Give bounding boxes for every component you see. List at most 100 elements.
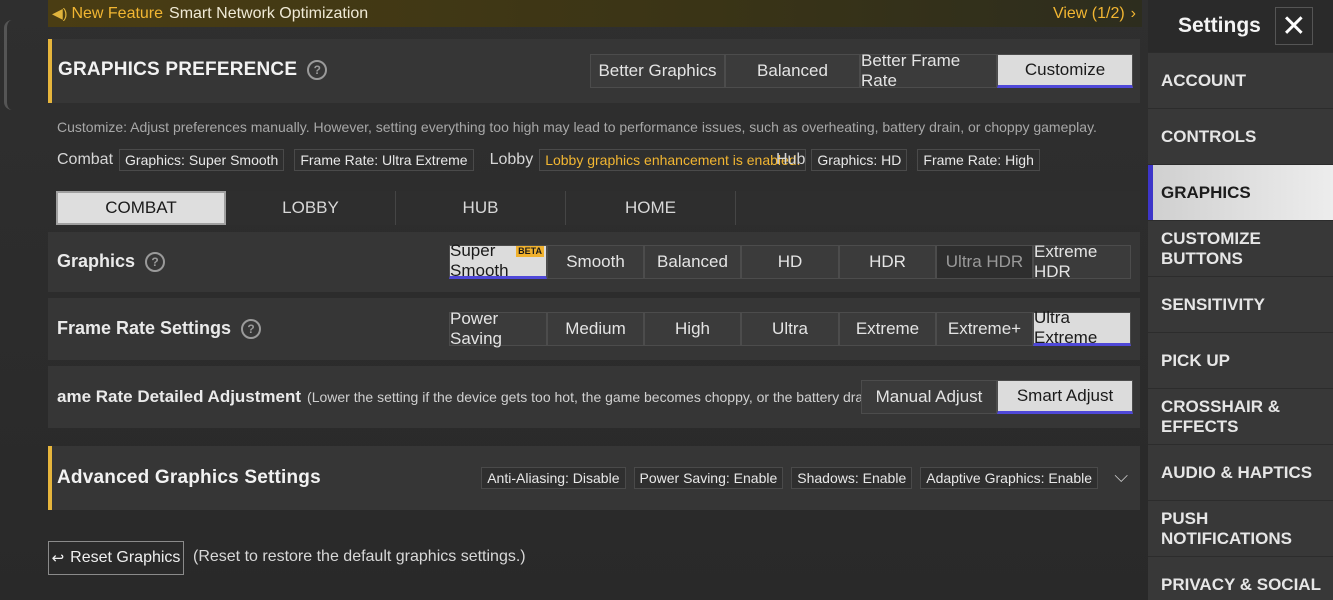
frame-rate-options: Power Saving Medium High Ultra Extreme Extrem… (449, 308, 1131, 348)
sidebar-item-graphics[interactable]: GRAPHICS (1148, 165, 1333, 220)
sidebar-item-label: CROSSHAIR & EFFECTS (1161, 396, 1281, 436)
combat-graphics-tag: Graphics: Super Smooth (119, 149, 285, 171)
hub-summary-label: Hub (776, 151, 806, 168)
view-link-label: View (1/2) (1052, 4, 1125, 22)
sidebar-item-label: GRAPHICS (1161, 182, 1251, 202)
sidebar-item-push-notifications[interactable]: PUSH NOTIFICATIONS (1148, 501, 1333, 556)
reset-graphics-button[interactable]: ↩ Reset Graphics (48, 541, 184, 575)
accent-bar (48, 39, 52, 103)
preference-option-label: Balanced (757, 61, 828, 80)
new-feature-label: New Feature (71, 4, 164, 22)
sidebar-item-label: SENSITIVITY (1161, 294, 1265, 314)
graphics-preference-panel: GRAPHICS PREFERENCE ? Better Graphics Bal… (48, 39, 1140, 103)
tab-combat[interactable]: COMBAT (56, 191, 226, 225)
graphics-option-hdr[interactable]: HDR (839, 245, 936, 279)
sidebar-item-crosshair-effects[interactable]: CROSSHAIR & EFFECTS (1148, 389, 1333, 444)
close-icon[interactable]: ✕ (1274, 7, 1313, 45)
help-icon[interactable]: ? (145, 251, 166, 272)
preference-option-balanced[interactable]: Balanced (725, 54, 860, 88)
graphics-option-super-smooth[interactable]: Super Smooth BETA (449, 241, 547, 280)
sidebar-item-label: PUSH NOTIFICATIONS (1161, 508, 1292, 548)
announcement-banner[interactable]: ◀︎) New Feature Smart Network Optimizati… (48, 0, 1142, 27)
graphics-option-label: Smooth (566, 252, 625, 271)
graphics-option-label: Ultra HDR (945, 252, 1024, 271)
graphics-option-label: Extreme HDR (1034, 242, 1098, 281)
undo-icon: ↩ (51, 550, 65, 567)
sidebar-item-controls[interactable]: CONTROLS (1148, 109, 1333, 164)
preference-option-label: Better Frame Rate (861, 51, 961, 90)
preference-option-better-graphics[interactable]: Better Graphics (590, 54, 725, 88)
frame-rate-option-extreme[interactable]: Extreme+ (936, 312, 1033, 346)
reset-hint: (Reset to restore the default graphics s… (193, 548, 526, 565)
advanced-setting-tag: Adaptive Graphics: Enable (920, 467, 1098, 489)
combat-frame-rate-tag: Frame Rate: Ultra Extreme (294, 149, 474, 171)
frame-rate-option-high[interactable]: High (644, 312, 741, 346)
sidebar-item-label: CUSTOMIZE BUTTONS (1161, 228, 1261, 268)
frame-rate-option-medium[interactable]: Medium (547, 312, 644, 346)
sidebar-item-label: AUDIO & HAPTICS (1161, 462, 1313, 482)
frame-rate-option-ultra-extreme[interactable]: Ultra Extreme (1033, 308, 1131, 347)
advanced-graphics-panel[interactable]: Advanced Graphics Settings Anti-Aliasing… (48, 446, 1140, 510)
preference-description: Customize: Adjust preferences manually. … (57, 119, 1097, 135)
graphics-option-extreme-hdr[interactable]: Extreme HDR (1033, 242, 1131, 281)
sidebar-item-audio-haptics[interactable]: AUDIO & HAPTICS (1148, 445, 1333, 500)
frame-rate-option-label: High (675, 319, 710, 338)
preference-option-label: Customize (1024, 60, 1106, 79)
graphics-option-smooth[interactable]: Smooth (547, 245, 644, 279)
help-icon[interactable]: ? (241, 318, 262, 339)
frame-rate-option-power-saving[interactable]: Power Saving (449, 309, 547, 348)
chevron-down-icon[interactable]: ⌵ (1114, 466, 1128, 487)
settings-content: ◀︎) New Feature Smart Network Optimizati… (0, 0, 1148, 600)
frame-rate-option-ultra[interactable]: Ultra (741, 312, 839, 346)
graphics-preference-options: Better Graphics Balanced Better Frame Rate… (590, 51, 1133, 90)
frame-rate-option-extreme[interactable]: Extreme (839, 312, 936, 346)
graphics-option-hd[interactable]: HD (741, 245, 839, 279)
tab-home[interactable]: HOME (566, 191, 736, 225)
adjust-option-label: Smart Adjust (1016, 386, 1114, 405)
adjust-option-manual-adjust[interactable]: Manual Adjust (861, 380, 997, 414)
frame-rate-option-label: Power Saving (450, 309, 502, 348)
sidebar-item-privacy-social[interactable]: PRIVACY & SOCIAL (1148, 557, 1333, 600)
hub-frame-rate-tag: Frame Rate: High (917, 149, 1040, 171)
sidebar-item-label: CONTROLS (1161, 126, 1257, 146)
advanced-setting-tag: Power Saving: Enable (633, 467, 784, 489)
graphics-label: Graphics (57, 251, 136, 271)
advanced-graphics-title: Advanced Graphics Settings (57, 467, 321, 488)
graphics-option-ultra-hdr[interactable]: Ultra HDR (936, 245, 1033, 279)
adjust-option-smart-adjust[interactable]: Smart Adjust (997, 380, 1133, 414)
sidebar-item-account[interactable]: ACCOUNT (1148, 53, 1333, 108)
graphics-option-balanced[interactable]: Balanced (644, 245, 741, 279)
sidebar-item-pick-up[interactable]: PICK UP (1148, 333, 1333, 388)
advanced-tags: Anti-Aliasing: Disable Power Saving: Enab… (481, 467, 1098, 489)
lobby-summary-label: Lobby (489, 151, 534, 168)
beta-badge: BETA (516, 246, 544, 257)
preference-option-better-frame-rate[interactable]: Better Frame Rate (860, 51, 997, 90)
chevron-right-icon: › (1130, 4, 1136, 22)
frame-rate-option-label: Extreme (855, 319, 920, 338)
settings-title: Settings (1178, 14, 1261, 37)
preference-option-customize[interactable]: Customize (997, 54, 1133, 88)
graphics-option-label: HDR (869, 252, 906, 271)
view-link[interactable]: View (1/2) › (1053, 5, 1136, 23)
graphics-preference-title: GRAPHICS PREFERENCE (58, 59, 298, 80)
graphics-row: Graphics ? Super Smooth BETA Smooth Balance… (48, 232, 1140, 292)
sidebar-items: ACCOUNT CONTROLS GRAPHICS CUSTOMIZE BUTTONS… (1148, 53, 1333, 600)
frame-rate-option-label: Ultra Extreme (1034, 308, 1098, 347)
adjust-option-label: Manual Adjust (875, 387, 983, 406)
sidebar-item-label: PRIVACY & SOCIAL (1161, 574, 1321, 594)
hub-summary: Hub Graphics: HD Frame Rate: High (776, 149, 1040, 171)
tab-lobby[interactable]: LOBBY (226, 191, 396, 225)
sidebar-item-customize-buttons[interactable]: CUSTOMIZE BUTTONS (1148, 221, 1333, 276)
sidebar-item-sensitivity[interactable]: SENSITIVITY (1148, 277, 1333, 332)
frame-rate-option-label: Medium (565, 319, 626, 338)
combat-summary-label: Combat (57, 151, 114, 168)
help-icon[interactable]: ? (307, 60, 328, 80)
graphics-option-label: Balanced (657, 252, 728, 271)
frame-rate-row: Frame Rate Settings ? Power Saving Medium… (48, 298, 1140, 360)
graphics-option-label: HD (777, 252, 803, 271)
advanced-setting-tag: Anti-Aliasing: Disable (481, 467, 626, 489)
sidebar-item-label: ACCOUNT (1161, 70, 1246, 90)
detailed-adjustment-row: ame Rate Detailed Adjustment (Lower the … (48, 366, 1140, 428)
tab-hub[interactable]: HUB (396, 191, 566, 225)
banner-title: Smart Network Optimization (169, 4, 369, 22)
